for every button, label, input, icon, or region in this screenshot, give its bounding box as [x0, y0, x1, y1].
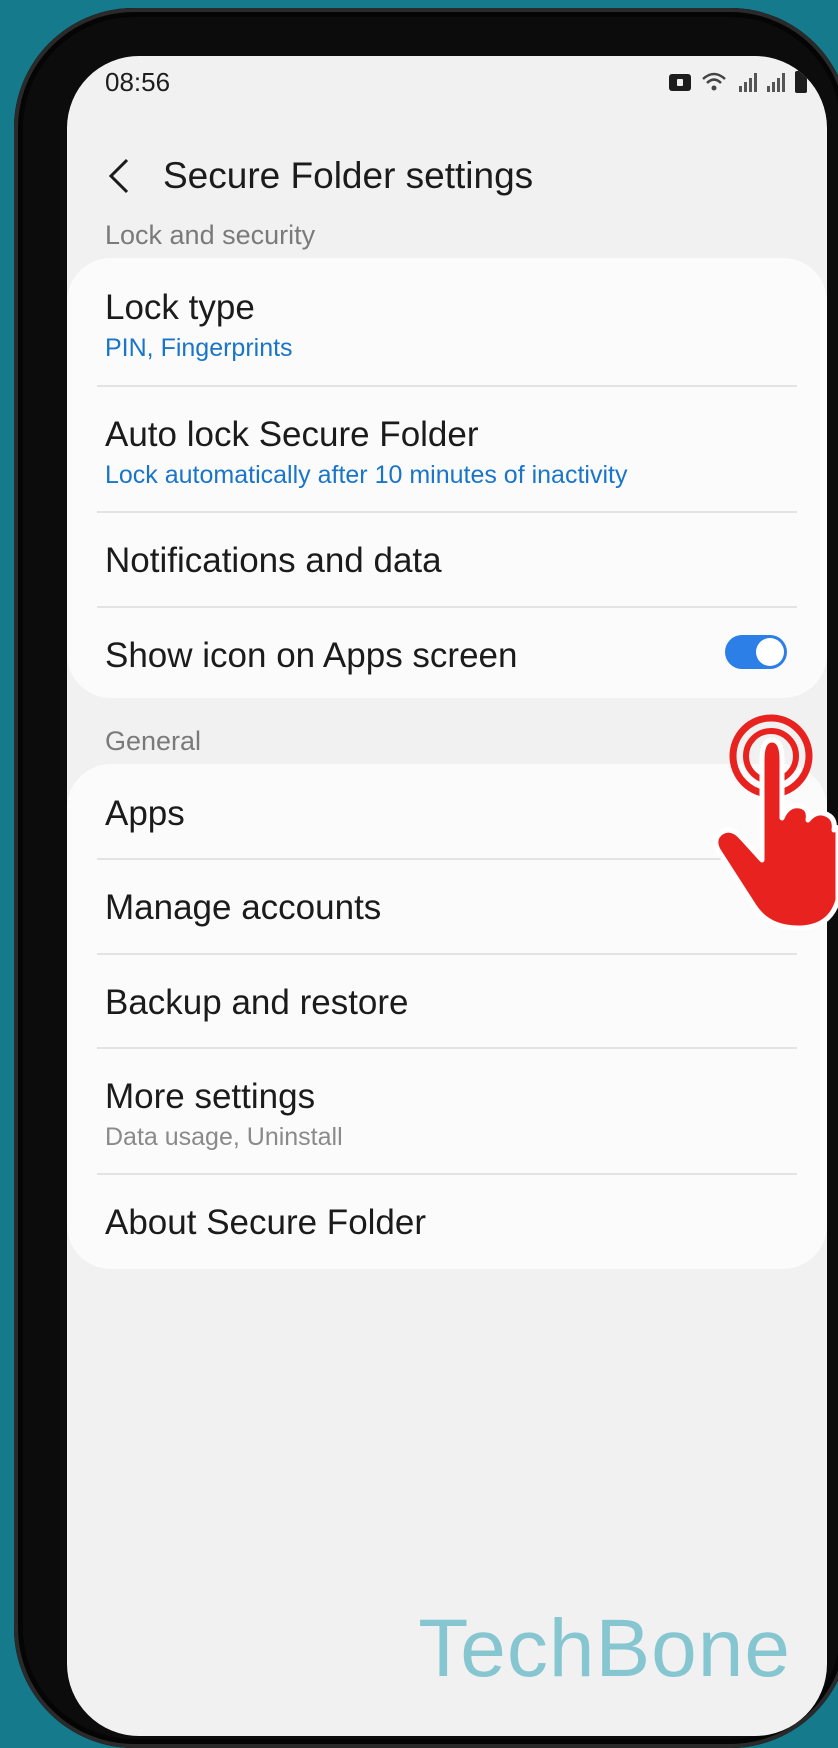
auto-lock-title: Auto lock Secure Folder — [105, 415, 479, 454]
manage-accounts-title: Manage accounts — [105, 888, 382, 927]
more-settings-title: More settings — [105, 1077, 316, 1116]
app-bar: Secure Folder settings — [67, 136, 827, 216]
divider — [97, 1047, 797, 1049]
battery-icon — [795, 68, 807, 93]
toggle-knob — [756, 638, 784, 666]
tap-hand-icon — [713, 714, 838, 930]
backup-restore-title: Backup and restore — [105, 983, 409, 1022]
lock-type-item[interactable]: Lock type PIN, Fingerprints — [105, 288, 789, 363]
apps-title: Apps — [105, 794, 185, 833]
signal-icon — [767, 72, 785, 92]
divider — [97, 606, 797, 608]
apps-item[interactable]: Apps — [105, 794, 789, 834]
divider — [97, 953, 797, 955]
notifications-item[interactable]: Notifications and data — [105, 541, 789, 581]
signal-icon — [739, 72, 757, 92]
lock-security-card: Lock type PIN, Fingerprints Auto lock Se… — [67, 258, 827, 698]
divider — [97, 1173, 797, 1175]
techbone-watermark: TechBone — [418, 1603, 791, 1694]
about-item[interactable]: About Secure Folder — [105, 1203, 789, 1243]
auto-lock-item[interactable]: Auto lock Secure Folder Lock automatical… — [105, 415, 789, 490]
section-label-general: General — [105, 726, 202, 756]
backup-restore-item[interactable]: Backup and restore — [105, 983, 789, 1023]
more-settings-item[interactable]: More settings Data usage, Uninstall — [105, 1077, 789, 1152]
chevron-left-icon — [108, 158, 129, 194]
section-label-lock-security: Lock and security — [105, 220, 316, 250]
more-settings-subtitle: Data usage, Uninstall — [105, 1123, 343, 1151]
divider — [97, 385, 797, 387]
lock-type-subtitle: PIN, Fingerprints — [105, 334, 293, 362]
divider — [97, 511, 797, 513]
status-time: 08:56 — [105, 66, 171, 97]
secure-folder-icon — [669, 73, 691, 91]
manage-accounts-item[interactable]: Manage accounts — [105, 888, 789, 928]
lock-type-title: Lock type — [105, 288, 255, 327]
status-bar: 08:56 — [67, 56, 827, 108]
show-icon-toggle[interactable] — [725, 635, 787, 669]
wifi-icon — [701, 71, 729, 93]
page-title: Secure Folder settings — [163, 155, 534, 196]
back-button[interactable] — [89, 146, 149, 206]
show-icon-item[interactable]: Show icon on Apps screen — [105, 636, 707, 676]
status-icons — [669, 68, 807, 93]
divider — [97, 858, 797, 860]
about-title: About Secure Folder — [105, 1203, 427, 1242]
auto-lock-subtitle: Lock automatically after 10 minutes of i… — [105, 461, 628, 489]
notifications-title: Notifications and data — [105, 541, 442, 580]
show-icon-title: Show icon on Apps screen — [105, 636, 518, 675]
